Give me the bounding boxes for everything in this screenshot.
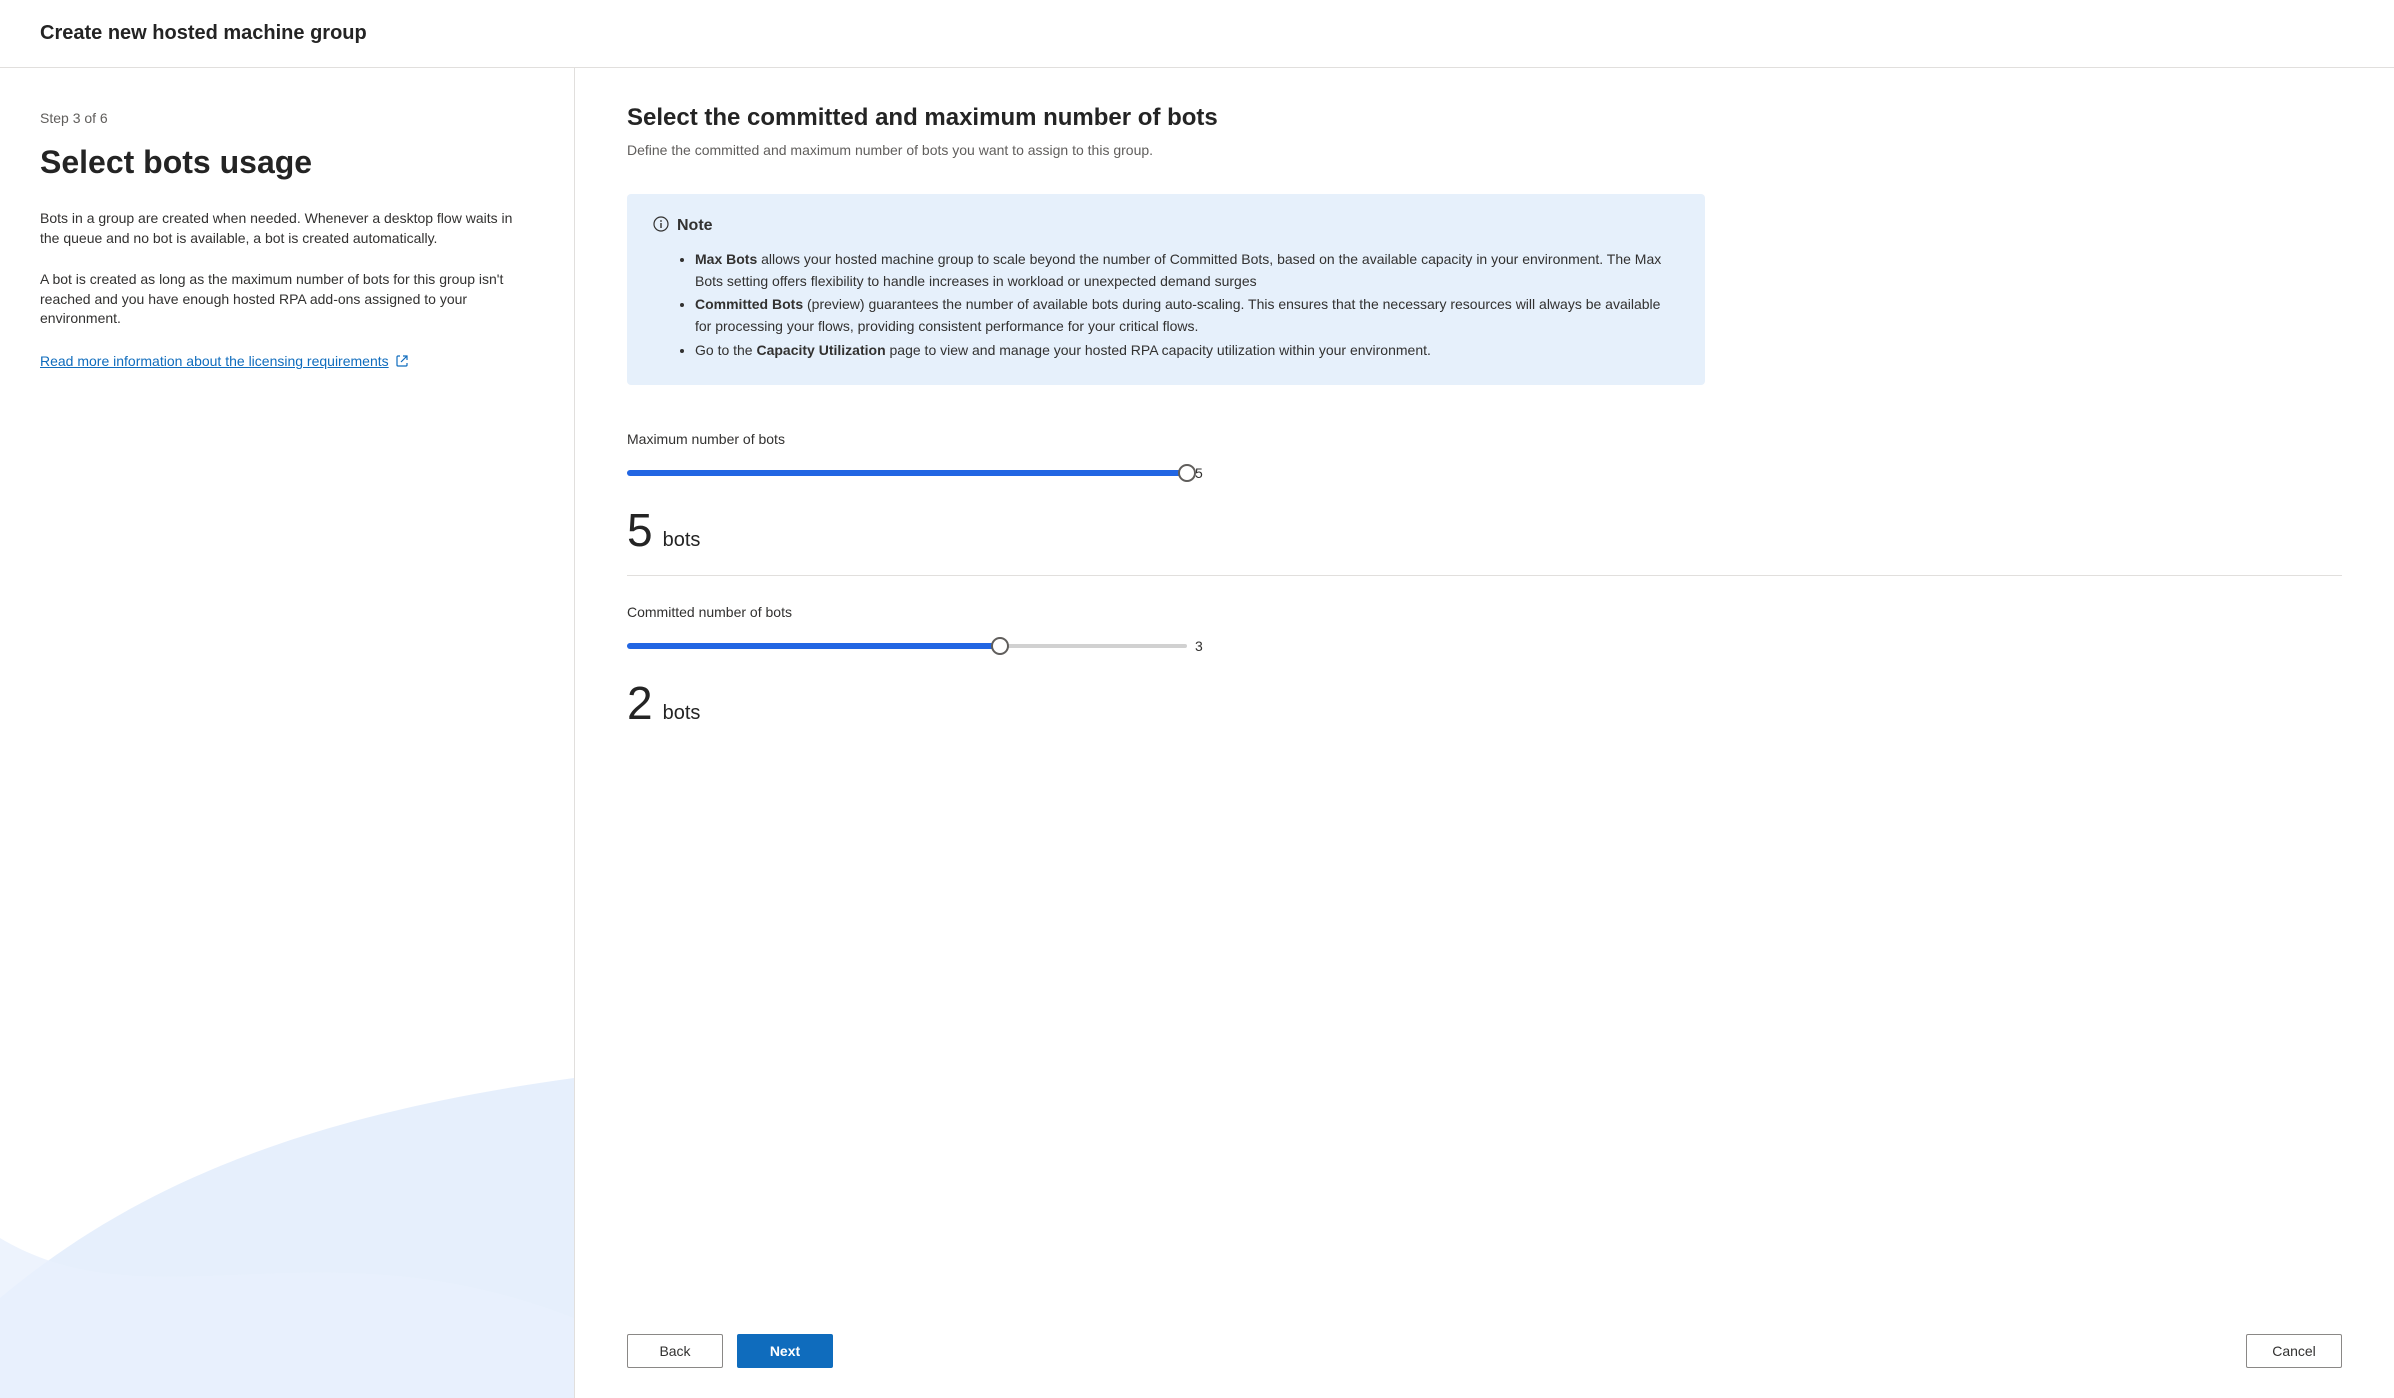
committed-bots-unit: bots [663, 702, 701, 725]
sidebar-title: Select bots usage [40, 144, 534, 181]
licensing-link[interactable]: Read more information about the licensin… [40, 351, 409, 372]
note-item-strong-2: Committed Bots [695, 296, 803, 312]
note-callout: Note Max Bots allows your hosted machine… [627, 194, 1705, 385]
sidebar-paragraph-2: A bot is created as long as the maximum … [40, 270, 534, 329]
note-item-text-2: (preview) guarantees the number of avail… [695, 296, 1660, 334]
wizard-title: Create new hosted machine group [40, 22, 2354, 45]
main-content: Select the committed and maximum number … [575, 68, 2394, 1312]
wizard-footer: Back Next Cancel [575, 1312, 2394, 1398]
max-bots-unit: bots [663, 529, 701, 552]
max-bots-slider[interactable] [627, 465, 1187, 481]
wizard-sidebar: Step 3 of 6 Select bots usage Bots in a … [0, 68, 575, 1398]
note-item-max-bots: Max Bots allows your hosted machine grou… [695, 249, 1679, 292]
next-button[interactable]: Next [737, 1334, 833, 1368]
committed-bots-thumb[interactable] [991, 637, 1009, 655]
max-bots-section: Maximum number of bots 5 5 bots [627, 431, 2342, 557]
committed-bots-max-value: 3 [1195, 638, 1203, 654]
committed-bots-track-fill [627, 643, 1000, 649]
note-list: Max Bots allows your hosted machine grou… [653, 249, 1679, 361]
committed-bots-label: Committed number of bots [627, 604, 2342, 620]
max-bots-track-fill [627, 470, 1187, 476]
cancel-button[interactable]: Cancel [2246, 1334, 2342, 1368]
sidebar-wave-decoration [0, 1078, 574, 1398]
sidebar-paragraph-1: Bots in a group are created when needed.… [40, 209, 534, 248]
wizard-layout: Step 3 of 6 Select bots usage Bots in a … [0, 68, 2394, 1398]
note-item-strong-3: Capacity Utilization [756, 342, 885, 358]
committed-bots-section: Committed number of bots 3 2 bots [627, 604, 2342, 730]
committed-bots-slider[interactable] [627, 638, 1187, 654]
main-subtitle: Define the committed and maximum number … [627, 142, 2342, 158]
max-bots-slider-wrap: 5 [627, 465, 1227, 481]
step-indicator: Step 3 of 6 [40, 110, 534, 126]
max-bots-thumb[interactable] [1178, 464, 1196, 482]
committed-bots-value-display: 2 bots [627, 676, 2342, 730]
external-link-icon [395, 354, 409, 368]
section-divider [627, 575, 2342, 576]
wizard-main: Select the committed and maximum number … [575, 68, 2394, 1398]
max-bots-label: Maximum number of bots [627, 431, 2342, 447]
max-bots-value: 5 [627, 503, 653, 557]
licensing-link-text: Read more information about the licensin… [40, 351, 389, 372]
note-item-prefix-3: Go to the [695, 342, 756, 358]
max-bots-max-value: 5 [1195, 465, 1203, 481]
note-item-text-3: page to view and manage your hosted RPA … [886, 342, 1431, 358]
main-title: Select the committed and maximum number … [627, 104, 2342, 132]
note-label: Note [677, 217, 713, 235]
note-header: Note [653, 216, 1679, 235]
back-button[interactable]: Back [627, 1334, 723, 1368]
note-item-text-1: allows your hosted machine group to scal… [695, 251, 1661, 289]
committed-bots-slider-wrap: 3 [627, 638, 1227, 654]
committed-bots-value: 2 [627, 676, 653, 730]
info-icon [653, 216, 669, 235]
note-item-capacity: Go to the Capacity Utilization page to v… [695, 340, 1679, 362]
wizard-header: Create new hosted machine group [0, 0, 2394, 68]
note-item-strong-1: Max Bots [695, 251, 757, 267]
note-item-committed-bots: Committed Bots (preview) guarantees the … [695, 294, 1679, 337]
max-bots-value-display: 5 bots [627, 503, 2342, 557]
